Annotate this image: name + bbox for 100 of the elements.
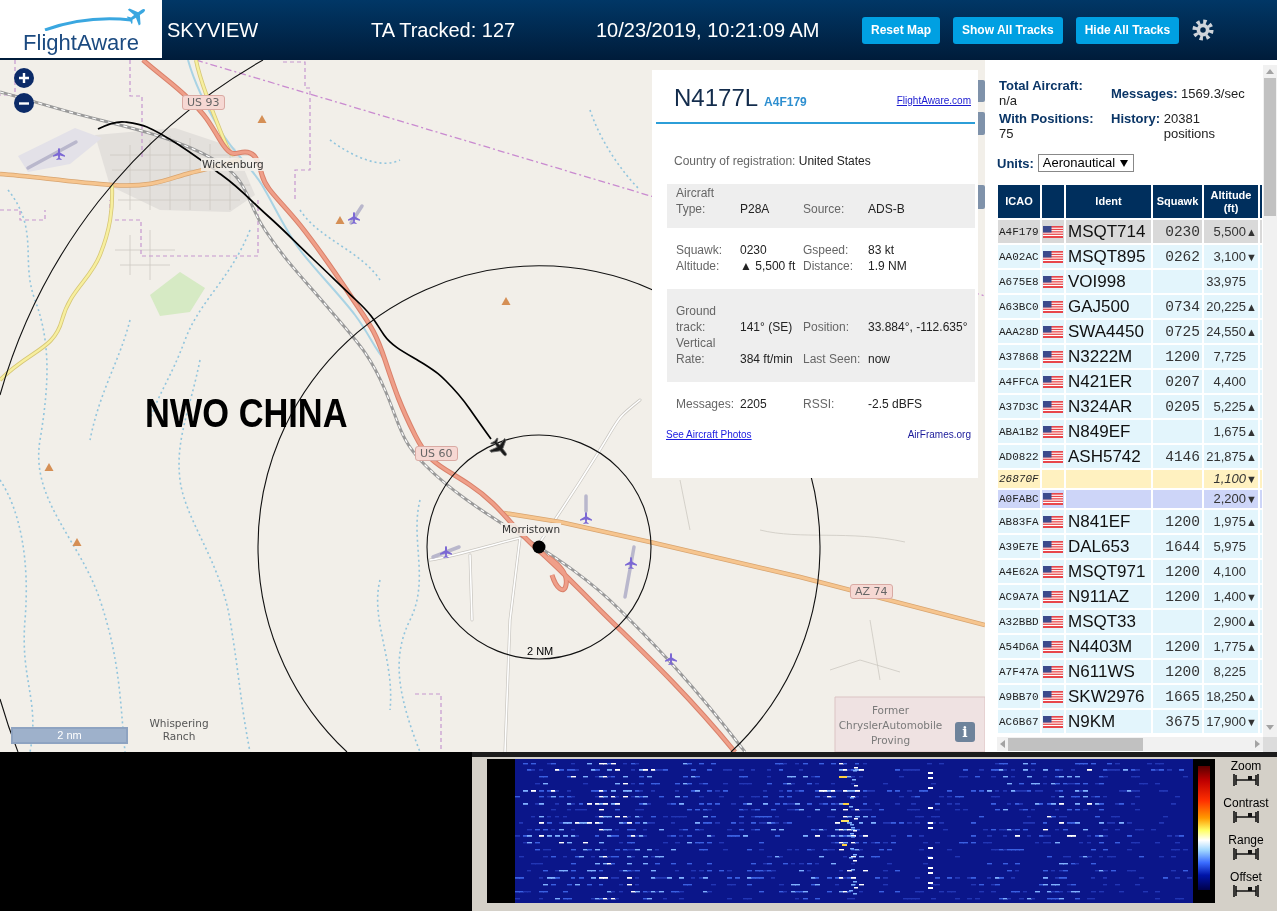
table-row[interactable]: A4F179 MSQT714 0230 5,500▲ (998, 220, 1262, 243)
table-row[interactable]: A4E62A MSQT971 1200 4,100 (998, 560, 1262, 583)
info-button[interactable]: i (955, 722, 975, 742)
scrollbar-thumb[interactable] (1008, 737, 1143, 751)
control-label: Zoom (1230, 759, 1262, 773)
plus-icon (18, 72, 30, 84)
squawk-cell-text: 1644 (1164, 537, 1201, 557)
highway-shield-label: AZ 74 (850, 584, 893, 599)
ident-cell-text: DAL653 (1067, 536, 1131, 558)
slider-icon[interactable] (1233, 774, 1259, 786)
altitude-value: 1,775 (1213, 638, 1246, 654)
altitude-value: 1,100 (1213, 471, 1246, 486)
field-value: 384 ft/min (740, 351, 794, 367)
altitude-value: 24,550 (1206, 323, 1246, 339)
table-row[interactable]: A9BB70 SKW2976 1665 18,250▲ (998, 685, 1262, 708)
field-value: P28A (740, 201, 771, 217)
icao-cell-text: A54D6A (998, 639, 1040, 655)
field-label: RSSI: (803, 396, 836, 412)
arrow-down-icon[interactable] (1266, 725, 1274, 730)
column-header[interactable]: Ident (1066, 185, 1151, 218)
range-ring-label: 2 NM (527, 645, 554, 658)
scrollbar-corner (1263, 737, 1277, 752)
website-link[interactable]: FlightAware.com (896, 90, 971, 112)
airport-icon[interactable] (623, 545, 637, 599)
airframes-link[interactable]: AirFrames.org (907, 429, 971, 441)
scrollbar-thumb[interactable] (1264, 78, 1276, 216)
ident-cell-text: SKW2976 (1067, 686, 1146, 708)
column-header[interactable]: ICAO (998, 185, 1040, 218)
airport-icon[interactable] (26, 140, 78, 170)
table-row[interactable]: A32BBD MSQT33 2,900▲ (998, 610, 1262, 633)
stat-value: 75 (999, 126, 1014, 141)
table-row[interactable]: A7F47A N611WS 1200 8,225 (998, 660, 1262, 683)
photos-link[interactable]: See Aircraft Photos (666, 429, 752, 441)
stat-label: Total Aircraft: (999, 78, 1083, 93)
column-header[interactable]: Squawk (1153, 185, 1202, 218)
table-row[interactable]: AAA28D SWA4450 0725 24,550▲ (998, 320, 1262, 343)
slider-icon[interactable] (1233, 811, 1259, 823)
trend-arrow: ▼ (1246, 492, 1257, 507)
table-row[interactable]: ABA1B2 N849EF 1,675▲ (998, 420, 1262, 443)
altitude-value: 5,225 (1213, 398, 1246, 414)
altitude-value: 2,200 (1213, 491, 1246, 506)
altitude-value: 1,400 (1213, 588, 1246, 604)
ident-cell-text: ASH5742 (1067, 446, 1142, 468)
table-row[interactable]: A63BC0 GAJ500 0734 20,225▲ (998, 295, 1262, 318)
arrow-left-icon[interactable] (1000, 740, 1005, 748)
field-label: Source: (803, 201, 846, 217)
airport-icon[interactable] (348, 204, 364, 225)
table-row[interactable]: AC6B67 N9KM 3675 17,900▼ (998, 710, 1262, 733)
town-label: Wickenburg (201, 158, 265, 171)
altitude-value: 5,975 (1213, 538, 1246, 554)
table-row[interactable]: A4FFCA N421ER 0207 4,400 (998, 370, 1262, 393)
column-header[interactable]: Altitude (ft) (1204, 185, 1258, 218)
icao-cell-text: AAA28D (998, 324, 1040, 340)
airport-icon[interactable] (580, 494, 592, 524)
icao-cell-text: AB83FA (998, 514, 1040, 530)
field-label: Gspeed: (803, 242, 850, 258)
table-row[interactable]: AA02AC MSQT895 0262 3,100▼ (998, 245, 1262, 268)
trend-arrow: ▲ (1246, 514, 1257, 530)
squawk-cell-text: 1200 (1164, 512, 1201, 532)
table-row[interactable]: 26870F 1,100▼ (998, 470, 1262, 488)
icao-cell-text: A4FFCA (998, 374, 1040, 390)
airplane-icon[interactable] (489, 437, 507, 457)
table-row[interactable]: A675E8 VOI998 33,975 (998, 270, 1262, 293)
ident-cell-text: GAJ500 (1067, 296, 1131, 318)
town-label: Morristown (501, 523, 562, 536)
airport-icon[interactable] (431, 545, 461, 559)
highway-shield-label: US 93 (182, 95, 225, 110)
trend-arrow: ▲ (1246, 639, 1257, 655)
vertical-scrollbar[interactable] (1263, 65, 1277, 752)
trend-arrow: ▼ (1246, 714, 1257, 730)
peak-marker-icon (257, 115, 267, 123)
altitude-value: 5,500 (1213, 223, 1246, 239)
trend-arrow: ▲ (1246, 224, 1257, 240)
horizontal-scrollbar[interactable] (997, 737, 1263, 751)
altitude-value: 3,100 (1213, 248, 1246, 264)
altitude-value: 4,100 (1213, 563, 1246, 579)
units-select[interactable]: Aeronautical (1037, 154, 1134, 172)
arrow-right-icon[interactable] (1255, 740, 1260, 748)
ident-cell-text: VOI998 (1067, 271, 1127, 293)
field-value: 33.884°, -112.635° (868, 319, 969, 335)
table-row[interactable]: AC9A7A N911AZ 1200 1,400▼ (998, 585, 1262, 608)
slider-icon[interactable] (1233, 885, 1259, 897)
peak-marker-icon (72, 538, 82, 546)
airport-icon[interactable] (665, 653, 677, 665)
field-value: ADS-B (868, 201, 906, 217)
table-row[interactable]: A54D6A N4403M 1200 1,775▲ (998, 635, 1262, 658)
table-row[interactable]: A37D3C N324AR 0205 5,225▲ (998, 395, 1262, 418)
table-row[interactable]: A39E7E DAL653 1644 5,975 (998, 535, 1262, 558)
table-row[interactable]: AD0822 ASH5742 4146 21,875▲ (998, 445, 1262, 468)
table-row[interactable]: AB83FA N841EF 1200 1,975▲ (998, 510, 1262, 533)
table-row[interactable]: A0FABC 2,200▼ (998, 490, 1262, 508)
arrow-up-icon[interactable] (1266, 69, 1274, 74)
trend-arrow: ▲ (1246, 689, 1257, 705)
slider-icon[interactable] (1233, 848, 1259, 860)
trend-arrow: ▲ (1246, 449, 1257, 465)
stat-value: 1569.3/sec (1181, 85, 1245, 101)
table-row[interactable]: A37868 N3222M 1200 7,725 (998, 345, 1262, 368)
control-label: Contrast (1223, 796, 1269, 810)
app-title: SKYVIEW (167, 18, 260, 42)
settings-icon[interactable] (1192, 19, 1215, 41)
